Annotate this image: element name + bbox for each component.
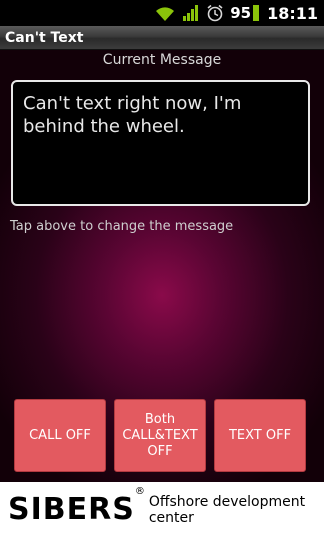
ad-tagline-line-1: Offshore development [148,493,306,510]
both-off-line-2: CALL&TEXT [122,427,198,443]
ad-tagline: Offshore development center [149,494,305,526]
ad-tagline-line-2: center [148,509,194,526]
battery-level: 95 [230,4,252,22]
ad-banner[interactable]: SIBERS ® Offshore development center [0,482,324,537]
sibers-logo: SIBERS [8,492,135,527]
registered-mark: ® [134,486,145,497]
text-off-label: TEXT OFF [228,427,292,443]
text-off-button[interactable]: TEXT OFF [214,399,306,472]
both-call-text-off-button[interactable]: Both CALL&TEXT OFF [114,399,206,472]
battery-icon [253,5,260,21]
clock: 18:11 [267,3,318,23]
both-off-label: Both CALL&TEXT OFF [122,412,197,460]
hint-text: Tap above to change the message [10,219,234,234]
both-off-line-3: OFF [147,443,173,459]
message-field[interactable]: Can't text right now, I'm behind the whe… [11,80,310,206]
current-message-label: Current Message [102,52,222,68]
alarm-icon [206,4,224,22]
both-off-line-1: Both [144,411,176,427]
app-title: Can't Text [0,26,324,50]
wifi-icon [154,4,176,22]
call-off-label: CALL OFF [29,427,91,443]
app-screen: 95 18:11 Can't Text Current Message Can'… [0,0,324,537]
status-bar: 95 18:11 [0,0,324,26]
signal-icon [182,4,200,22]
call-off-button[interactable]: CALL OFF [14,399,106,472]
